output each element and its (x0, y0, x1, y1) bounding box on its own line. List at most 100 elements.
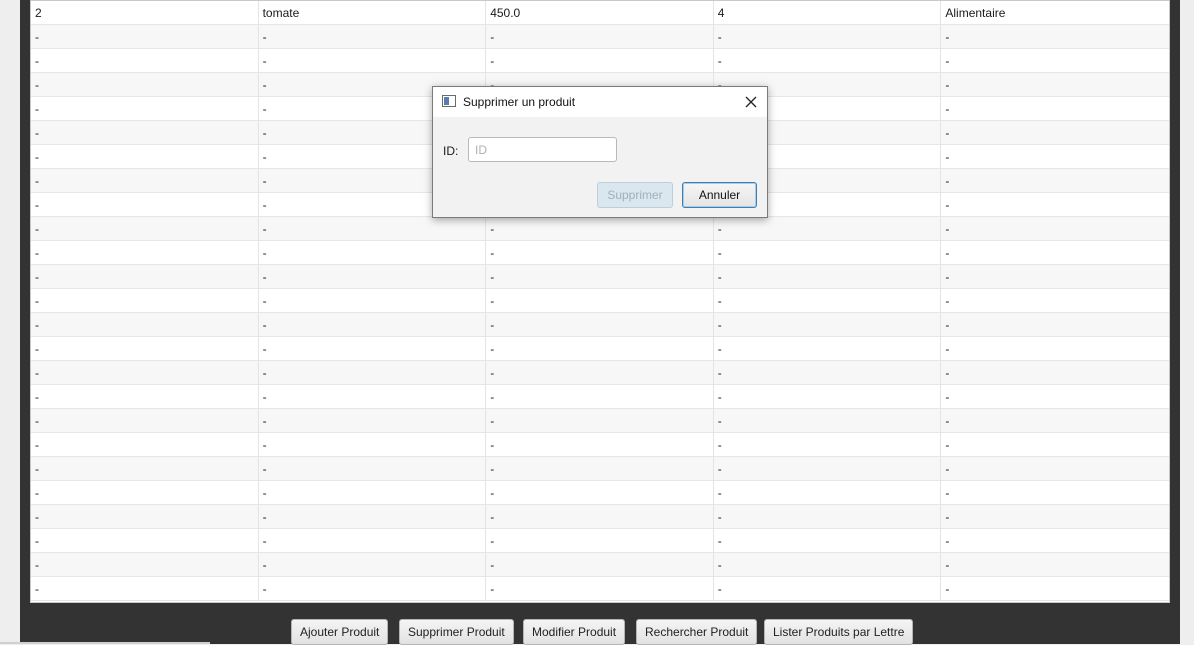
table-row[interactable]: ----- (31, 49, 1169, 73)
table-cell: - (31, 145, 259, 168)
table-cell: - (714, 49, 942, 72)
table-cell: - (31, 193, 259, 216)
table-cell: - (714, 505, 942, 528)
confirm-delete-button[interactable]: Supprimer (597, 182, 673, 208)
table-cell: - (259, 433, 487, 456)
window-app-icon (442, 95, 456, 107)
table-cell: - (486, 313, 714, 336)
table-cell: Alimentaire (945, 6, 1006, 20)
table-cell: - (486, 505, 714, 528)
table-row[interactable]: ----- (31, 337, 1169, 361)
table-row[interactable]: 2 tomate 450.0 4 Alimentaire (31, 1, 1169, 25)
table-cell: - (945, 126, 950, 140)
table-row[interactable]: ----- (31, 313, 1169, 337)
table-cell: - (31, 97, 259, 120)
table-cell: - (259, 313, 487, 336)
table-cell: - (945, 390, 950, 404)
table-row[interactable]: ----- (31, 241, 1169, 265)
list-by-letter-button[interactable]: Lister Produits par Lettre (764, 619, 914, 645)
table-cell: - (259, 337, 487, 360)
table-cell: - (945, 414, 950, 428)
table-cell: - (714, 337, 942, 360)
id-field[interactable] (468, 137, 617, 162)
table-cell: - (31, 361, 259, 384)
table-row[interactable]: ----- (31, 433, 1169, 457)
table-row[interactable]: ----- (31, 385, 1169, 409)
table-cell: - (486, 457, 714, 480)
table-cell: - (259, 409, 487, 432)
table-cell: - (486, 433, 714, 456)
table-cell: - (31, 313, 259, 336)
table-cell: - (714, 409, 942, 432)
table-cell: - (259, 361, 487, 384)
table-cell: - (714, 265, 942, 288)
table-cell: - (486, 265, 714, 288)
table-cell: - (714, 25, 942, 48)
table-cell: - (945, 462, 950, 476)
table-cell: - (945, 366, 950, 380)
table-cell: - (714, 553, 942, 576)
table-cell: - (259, 289, 487, 312)
table-cell: - (945, 438, 950, 452)
table-row[interactable]: ----- (31, 553, 1169, 577)
table-cell: - (945, 150, 950, 164)
table-cell: - (31, 529, 259, 552)
search-product-button[interactable]: Rechercher Produit (636, 619, 758, 645)
table-row[interactable]: ----- (31, 265, 1169, 289)
table-cell: 4 (714, 1, 942, 24)
table-row[interactable]: ----- (31, 361, 1169, 385)
table-cell: - (714, 241, 942, 264)
table-cell: - (714, 433, 942, 456)
table-row[interactable]: ----- (31, 457, 1169, 481)
edit-product-button[interactable]: Modifier Produit (523, 619, 626, 645)
table-cell: - (259, 265, 487, 288)
table-cell: - (714, 385, 942, 408)
dialog-title-bar[interactable]: Supprimer un produit (433, 87, 767, 117)
table-cell: - (31, 121, 259, 144)
table-cell: - (714, 481, 942, 504)
table-cell: - (31, 577, 259, 600)
table-cell: - (945, 534, 950, 548)
table-cell: - (945, 510, 950, 524)
table-cell: tomate (259, 1, 487, 24)
table-row[interactable]: ----- (31, 529, 1169, 553)
table-row[interactable]: ----- (31, 505, 1169, 529)
table-cell: - (714, 361, 942, 384)
table-cell: - (486, 289, 714, 312)
add-product-button[interactable]: Ajouter Produit (291, 619, 389, 645)
table-cell: - (486, 25, 714, 48)
table-cell: 450.0 (486, 1, 714, 24)
table-cell: - (714, 217, 942, 240)
table-cell: - (259, 505, 487, 528)
delete-product-button[interactable]: Supprimer Produit (399, 619, 514, 645)
table-cell: - (31, 169, 259, 192)
table-row[interactable]: ----- (31, 217, 1169, 241)
table-cell: - (486, 241, 714, 264)
action-toolbar: Ajouter Produit Supprimer Produit Modifi… (0, 603, 1194, 645)
table-cell: - (259, 481, 487, 504)
table-row[interactable]: ----- (31, 577, 1169, 601)
table-cell: - (945, 294, 950, 308)
table-cell: - (259, 577, 487, 600)
table-cell: - (31, 457, 259, 480)
table-cell: - (714, 577, 942, 600)
table-row[interactable]: ----- (31, 409, 1169, 433)
table-cell: - (945, 198, 950, 212)
close-icon[interactable] (735, 87, 767, 117)
table-cell: - (714, 313, 942, 336)
cancel-button[interactable]: Annuler (682, 182, 757, 208)
table-cell: - (486, 49, 714, 72)
table-row[interactable]: ----- (31, 289, 1169, 313)
table-cell: - (945, 270, 950, 284)
table-row[interactable]: ----- (31, 25, 1169, 49)
table-cell: - (486, 529, 714, 552)
table-cell: - (259, 241, 487, 264)
table-cell: - (714, 529, 942, 552)
table-cell: - (486, 577, 714, 600)
table-cell: - (945, 318, 950, 332)
table-cell: - (259, 529, 487, 552)
table-cell: - (31, 481, 259, 504)
table-cell: - (945, 486, 950, 500)
table-row[interactable]: ----- (31, 481, 1169, 505)
table-cell: - (31, 337, 259, 360)
